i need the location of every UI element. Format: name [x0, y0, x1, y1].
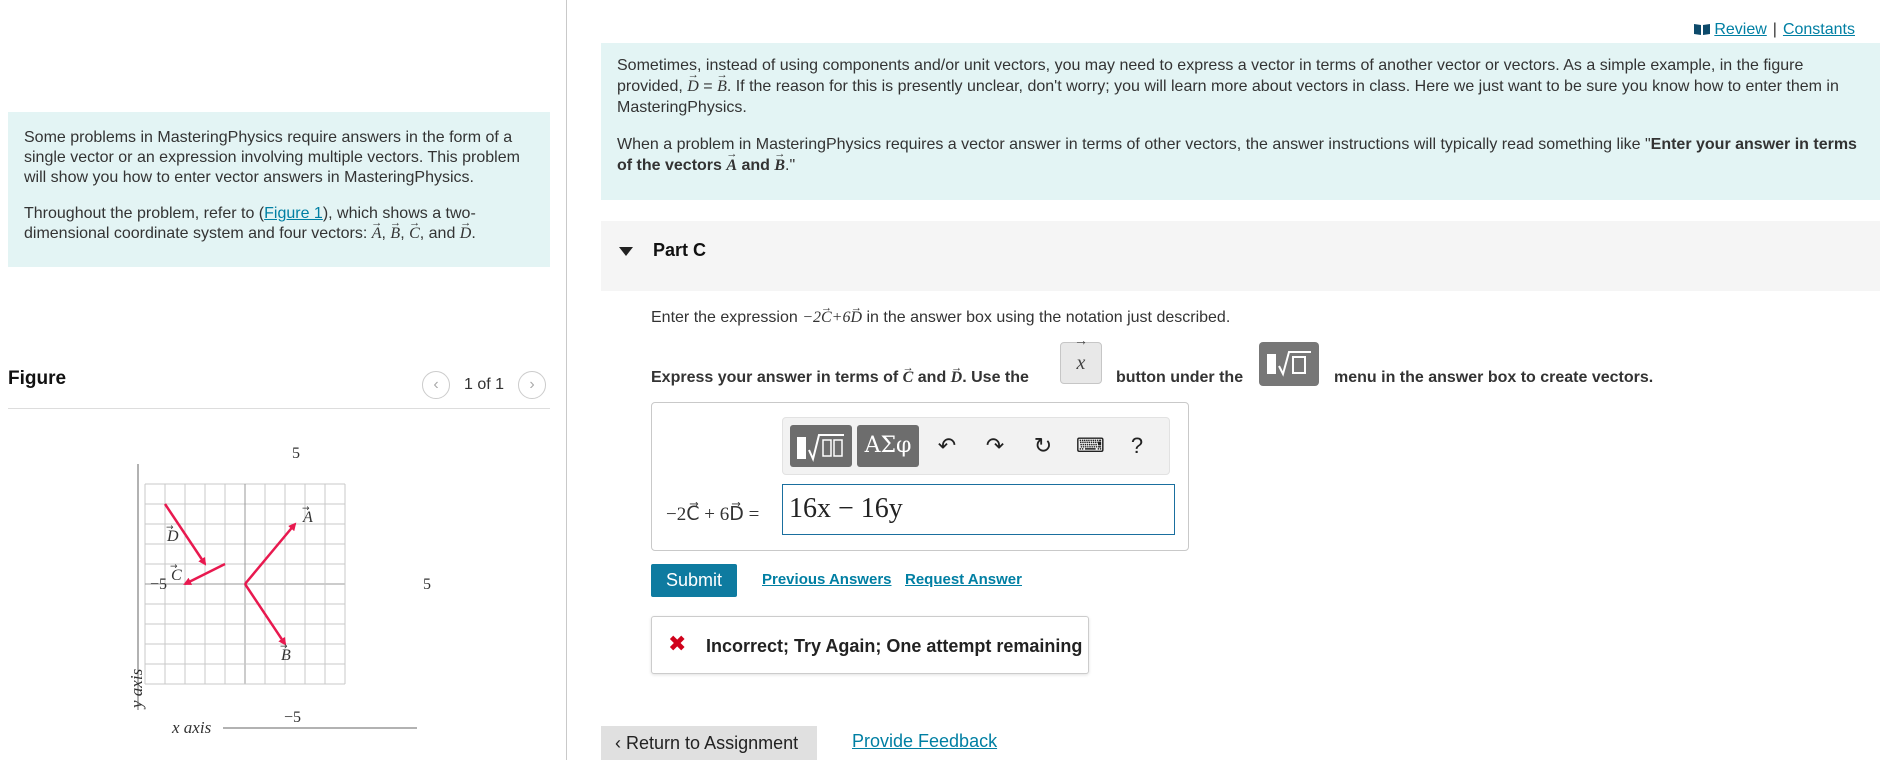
- instruction-text-b: in the answer box using the notation jus…: [862, 309, 1231, 326]
- intro-panel: Some problems in MasteringPhysics requir…: [8, 112, 550, 267]
- vector-a-symbol: A: [372, 224, 382, 244]
- info-text-2a: When a problem in MasteringPhysics requi…: [617, 136, 1651, 153]
- answer-box: ΑΣφ ↶ ↷ ↻ ⌨ ? −2C⃗ + 6D⃗ = 16x − 16y: [651, 402, 1189, 551]
- intro-text-before: Throughout the problem, refer to (: [24, 205, 265, 222]
- y-axis-label: y axis: [127, 668, 146, 710]
- tick-label-top: 5: [292, 445, 300, 462]
- part-c-header[interactable]: Part C: [601, 221, 1880, 291]
- figure-counter: 1 of 1: [464, 376, 505, 393]
- info-paragraph-2: When a problem in MasteringPhysics requi…: [617, 134, 1864, 176]
- express-text-a: Express your answer in terms of: [651, 369, 903, 386]
- express-text-b: . Use the: [962, 369, 1029, 386]
- previous-answers-link[interactable]: Previous Answers: [762, 571, 892, 588]
- vector-c-symbol: C: [409, 224, 420, 244]
- provide-feedback-link[interactable]: Provide Feedback: [852, 731, 997, 752]
- question-instruction: Enter the expression −2C+6D in the answe…: [651, 309, 1230, 327]
- vector-d-symbol: D: [951, 369, 963, 387]
- vector-button-icon: x: [1060, 342, 1102, 384]
- chevron-right-icon: ›: [529, 376, 535, 393]
- figure-link[interactable]: Figure 1: [264, 205, 323, 222]
- info-text-1b: . If the reason for this is presently un…: [617, 78, 1839, 116]
- expression: −2C+6D: [802, 309, 862, 326]
- tick-label-right: 5: [423, 576, 431, 593]
- vector-c-label-arrow: →: [170, 562, 178, 572]
- x-axis-label: x axis: [171, 718, 212, 737]
- book-icon: [1693, 24, 1710, 35]
- intro-paragraph-2: Throughout the problem, refer to (Figure…: [24, 204, 534, 244]
- caret-down-icon[interactable]: [619, 247, 633, 256]
- vector-d-label-arrow: →: [166, 523, 174, 533]
- figure-prev-button[interactable]: ‹: [422, 371, 450, 399]
- vector-b-symbol: B: [774, 155, 785, 176]
- vector-c-symbol: C: [903, 369, 914, 387]
- menu-instruction-text: menu in the answer box to create vectors…: [1334, 369, 1654, 386]
- figure-coordinate-plot: 5 −5 5 −5 x axis y axis A→B→C→D→: [127, 445, 431, 737]
- answer-value: 16x − 16y: [789, 493, 903, 524]
- feedback-message: Incorrect; Try Again; One attempt remain…: [706, 636, 1083, 656]
- return-to-assignment-button[interactable]: ‹ Return to Assignment: [601, 726, 817, 760]
- info-text-2-end: .": [785, 157, 796, 174]
- answer-equation-label: −2C⃗ + 6D⃗ =: [666, 504, 760, 525]
- vector-d-symbol: D: [460, 224, 472, 244]
- panel-divider[interactable]: [566, 0, 567, 760]
- symbols-button[interactable]: ΑΣφ: [857, 425, 919, 467]
- chevron-left-icon: ‹: [615, 733, 621, 753]
- request-answer-link[interactable]: Request Answer: [905, 571, 1022, 588]
- intro-paragraph-1: Some problems in MasteringPhysics requir…: [24, 129, 520, 186]
- part-title: Part C: [653, 240, 707, 260]
- feedback-box: ✖ Incorrect; Try Again; One attempt rema…: [651, 616, 1089, 674]
- header-links: Review | Constants: [1693, 21, 1855, 39]
- info-panel: Sometimes, instead of using components a…: [601, 43, 1880, 200]
- keyboard-icon[interactable]: ⌨: [1076, 432, 1105, 460]
- error-x-icon: ✖: [668, 631, 687, 656]
- figure-divider: [8, 408, 550, 409]
- tick-label-bottom: −5: [284, 709, 301, 726]
- header-separator: |: [1772, 21, 1777, 38]
- templates-icon: [797, 434, 844, 463]
- info-text-2-and: and: [737, 157, 775, 174]
- vector-b-symbol: B: [390, 224, 400, 244]
- figure-title: Figure: [8, 368, 67, 389]
- return-label: Return to Assignment: [626, 733, 799, 753]
- instruction-text-a: Enter the expression: [651, 309, 803, 326]
- figure-next-button[interactable]: ›: [518, 371, 546, 399]
- answer-input[interactable]: 16x − 16y: [782, 484, 1175, 535]
- express-text-and: and: [913, 369, 951, 386]
- math-toolbar: ΑΣφ ↶ ↷ ↻ ⌨ ?: [782, 417, 1170, 475]
- help-button[interactable]: ?: [1123, 432, 1151, 460]
- info-paragraph-1: Sometimes, instead of using components a…: [617, 55, 1864, 118]
- redo-icon[interactable]: ↷: [981, 432, 1009, 460]
- review-link[interactable]: Review: [1714, 21, 1766, 38]
- vector-d-symbol: D: [687, 76, 699, 97]
- vector-a-label-arrow: →: [302, 504, 310, 514]
- answer-format-text: Express your answer in terms of C and D.…: [651, 369, 1029, 387]
- chevron-left-icon: ‹: [433, 376, 439, 393]
- button-under-text: button under the: [1116, 369, 1244, 386]
- undo-icon[interactable]: ↶: [933, 432, 961, 460]
- tick-label-left: −5: [150, 576, 167, 593]
- vector-a-arrow: [244, 522, 297, 585]
- submit-button[interactable]: Submit: [651, 564, 737, 597]
- templates-menu-icon: [1259, 342, 1319, 386]
- constants-link[interactable]: Constants: [1783, 21, 1855, 38]
- vector-b-symbol: B: [717, 76, 727, 97]
- templates-button[interactable]: [790, 425, 852, 467]
- vector-a-symbol: A: [726, 155, 737, 176]
- reset-icon[interactable]: ↻: [1029, 432, 1057, 460]
- vector-b-label-arrow: →: [280, 642, 288, 652]
